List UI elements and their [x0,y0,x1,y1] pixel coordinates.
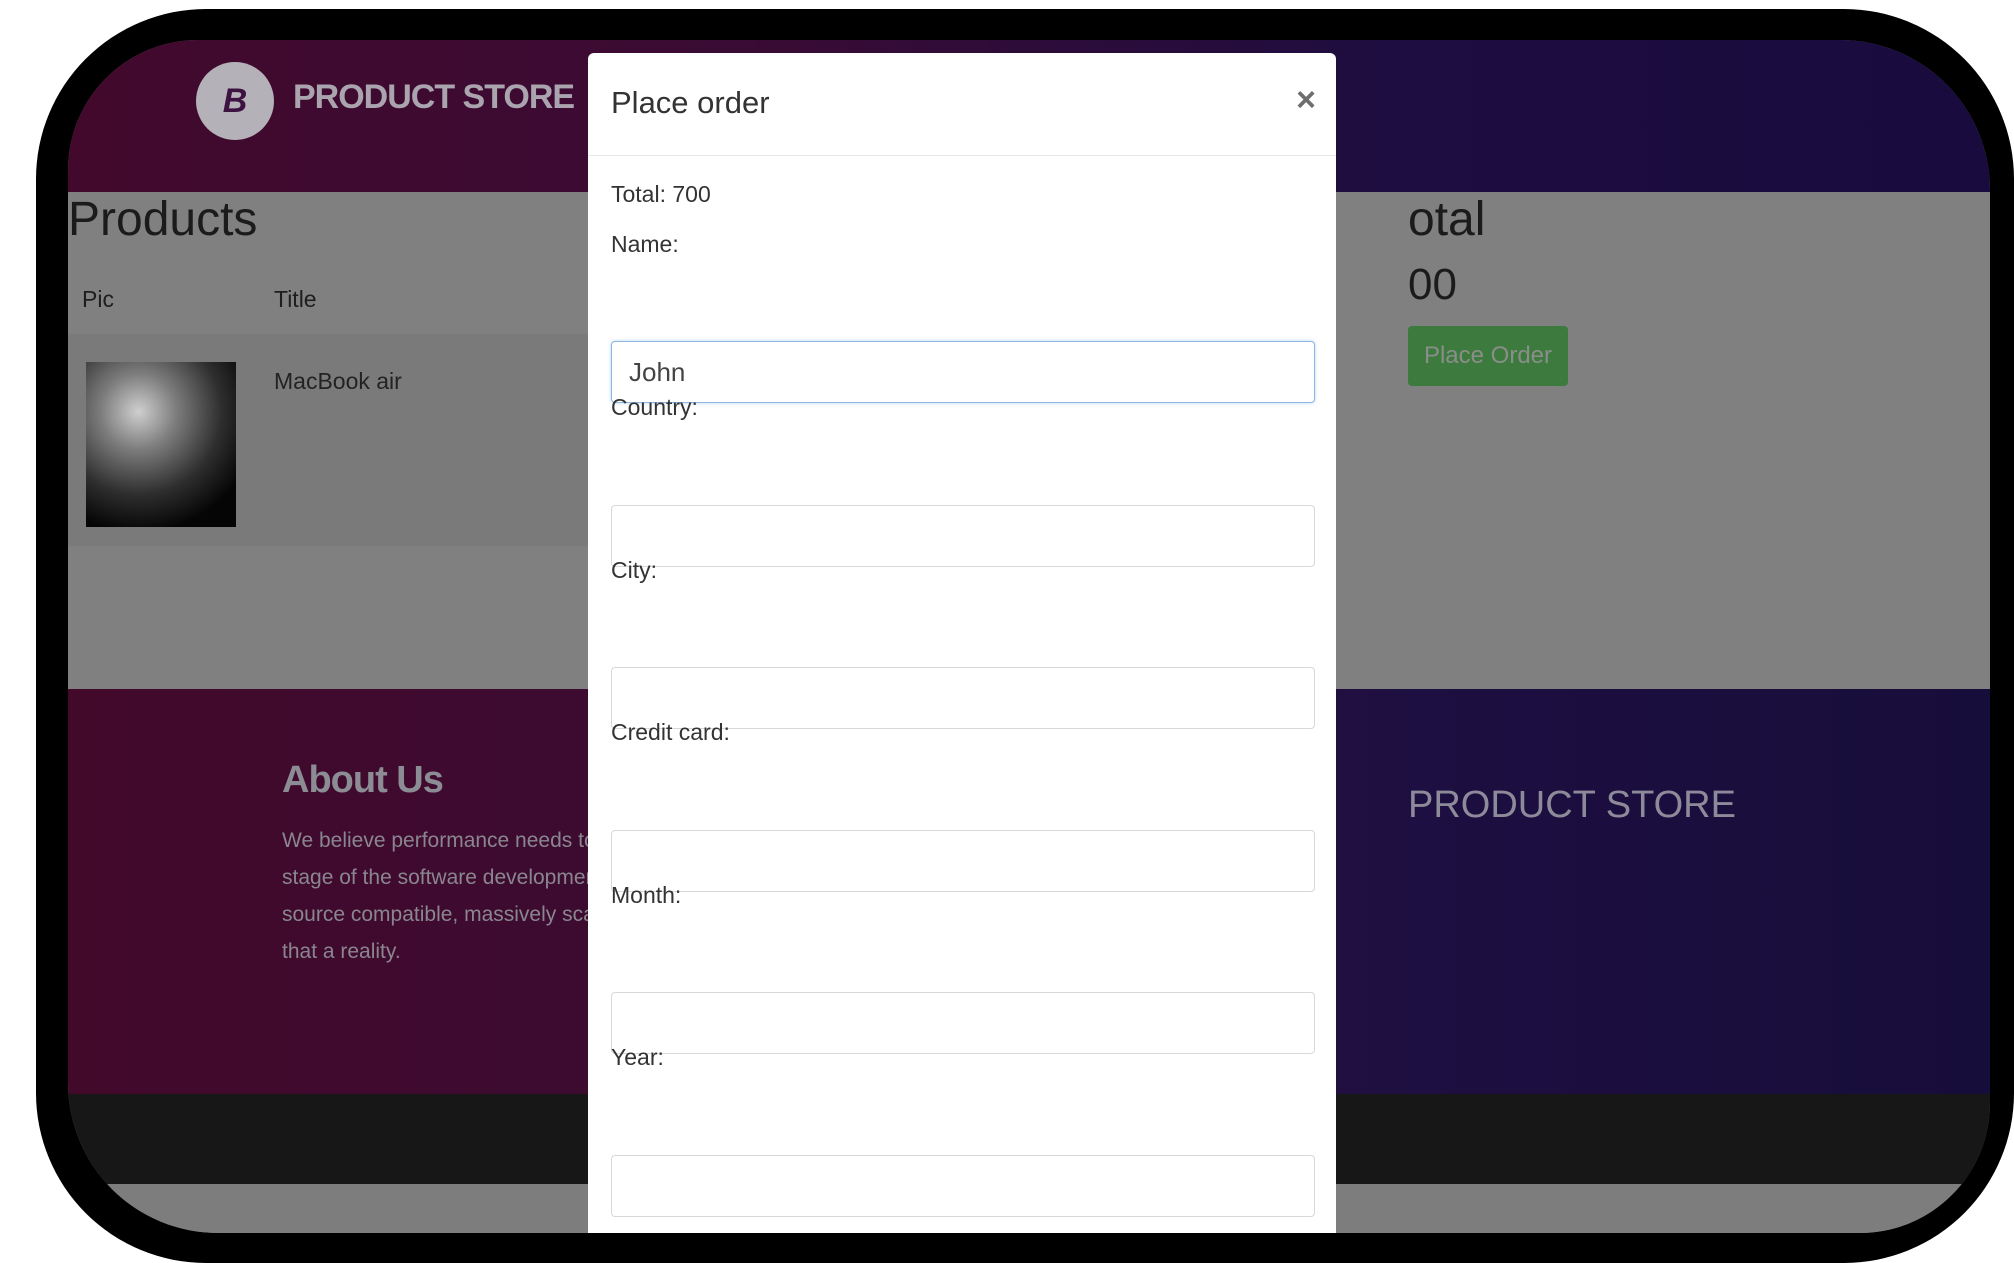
place-order-button[interactable]: Place Order [1408,326,1568,386]
about-heading: About Us [282,759,444,801]
total-value: 00 [1408,260,1457,309]
month-field[interactable] [611,992,1315,1054]
city-label: City: [611,557,657,583]
credit-card-label: Credit card: [611,719,730,745]
modal-title: Place order [611,85,770,120]
credit-card-field[interactable] [611,830,1315,892]
year-label: Year: [611,1044,664,1070]
logo-icon[interactable]: B [196,62,274,140]
products-heading: Products [68,193,258,246]
modal-header: Place order × [588,53,1336,156]
country-label: Country: [611,394,698,420]
place-order-modal: Place order × Total: 700 Name: Country: … [588,53,1336,1233]
name-label: Name: [611,231,679,257]
brand-name[interactable]: PRODUCT STORE [293,78,575,117]
product-title: MacBook air [274,368,402,394]
year-field[interactable] [611,1155,1315,1217]
name-field[interactable] [611,341,1315,403]
footer-brand: PRODUCT STORE [1408,784,1736,826]
country-field[interactable] [611,505,1315,567]
column-header-title: Title [274,286,317,312]
logo-letter: B [222,81,248,120]
order-total: Total: 700 [611,181,711,207]
total-heading: otal [1408,193,1486,246]
close-icon[interactable]: × [1296,81,1316,120]
product-image [86,362,236,527]
column-header-pic: Pic [82,286,114,312]
month-label: Month: [611,882,682,908]
